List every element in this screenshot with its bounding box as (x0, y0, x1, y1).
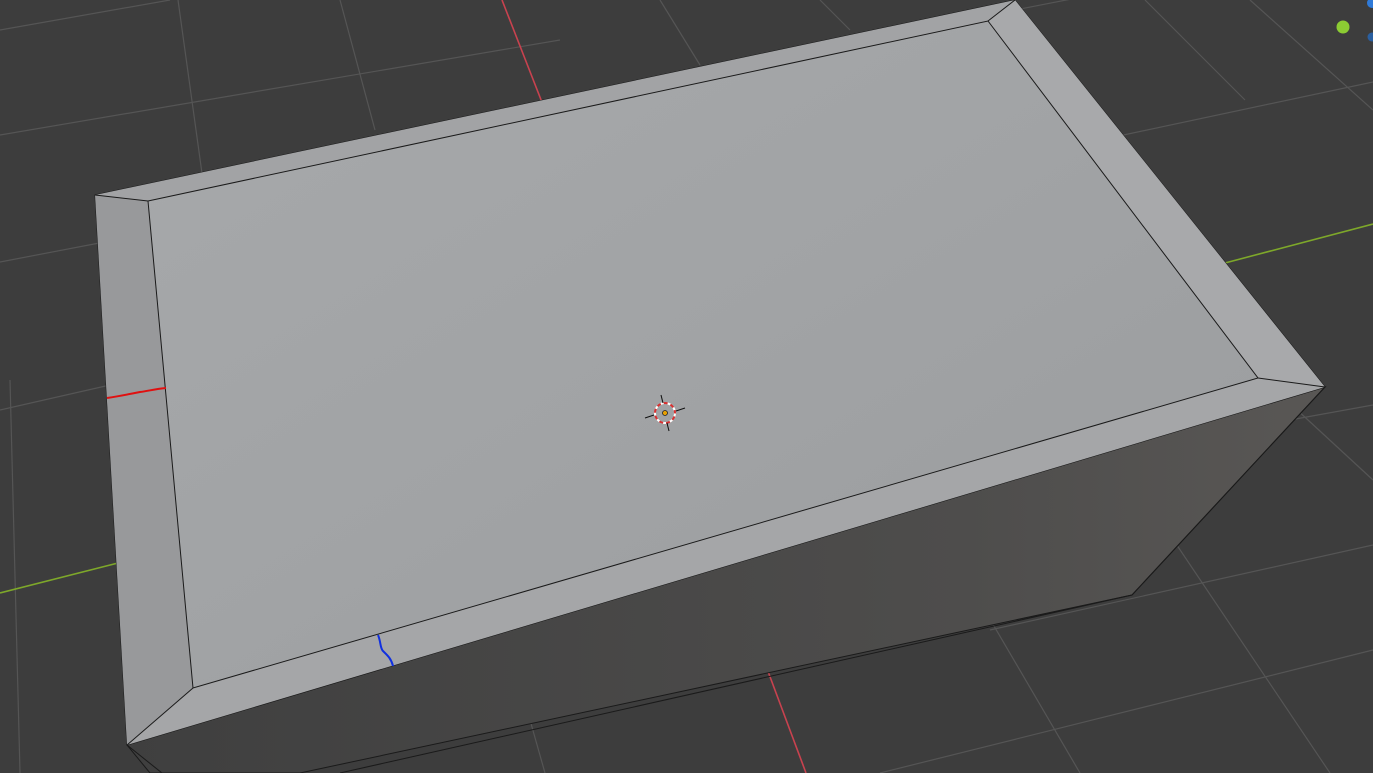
viewport-scene[interactable] (0, 0, 1373, 773)
gizmo-y-axis-icon[interactable] (1336, 20, 1350, 34)
3d-viewport[interactable] (0, 0, 1373, 773)
